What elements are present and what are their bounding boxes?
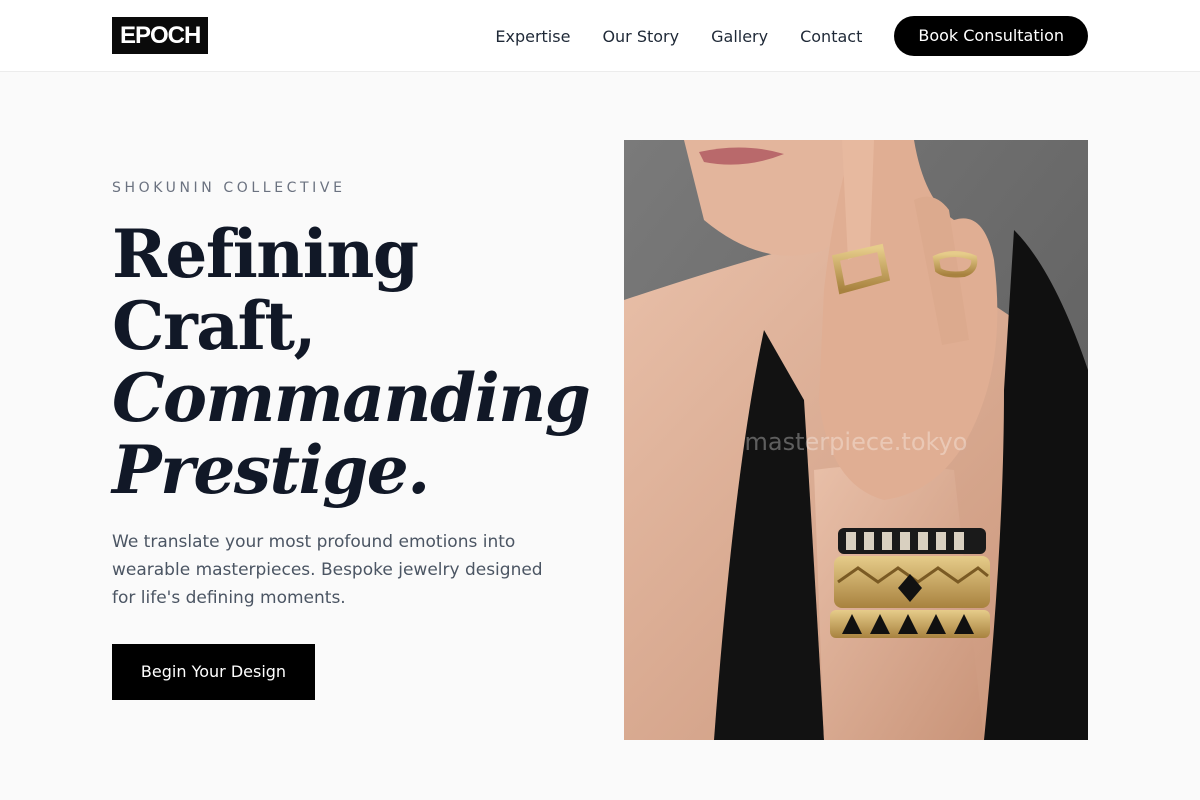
begin-your-design-button[interactable]: Begin Your Design <box>112 644 315 700</box>
headline-line-2: Craft, <box>112 287 316 365</box>
hero-image: masterpiece.tokyo <box>624 140 1088 740</box>
image-watermark: masterpiece.tokyo <box>744 428 968 456</box>
nav-link-contact[interactable]: Contact <box>800 27 862 46</box>
nav-link-expertise[interactable]: Expertise <box>495 27 570 46</box>
headline-line-4: Prestige. <box>112 431 430 509</box>
main-nav: Expertise Our Story Gallery Contact Book… <box>495 0 1088 72</box>
headline-line-1: Refining <box>112 215 419 293</box>
hero-description: We translate your most profound emotions… <box>112 532 543 608</box>
brand-logo[interactable]: EPOCH <box>112 17 209 54</box>
site-header: EPOCH Expertise Our Story Gallery Contac… <box>0 0 1200 72</box>
hero-eyebrow: SHOKUNIN COLLECTIVE <box>112 180 346 196</box>
nav-link-our-story[interactable]: Our Story <box>602 27 679 46</box>
nav-link-gallery[interactable]: Gallery <box>711 27 768 46</box>
hero-headline: Refining Craft, Commanding Prestige. <box>112 215 591 509</box>
headline-line-3: Commanding <box>112 359 591 437</box>
book-consultation-button[interactable]: Book Consultation <box>894 16 1088 56</box>
bracelet-stack-icon <box>830 528 990 638</box>
